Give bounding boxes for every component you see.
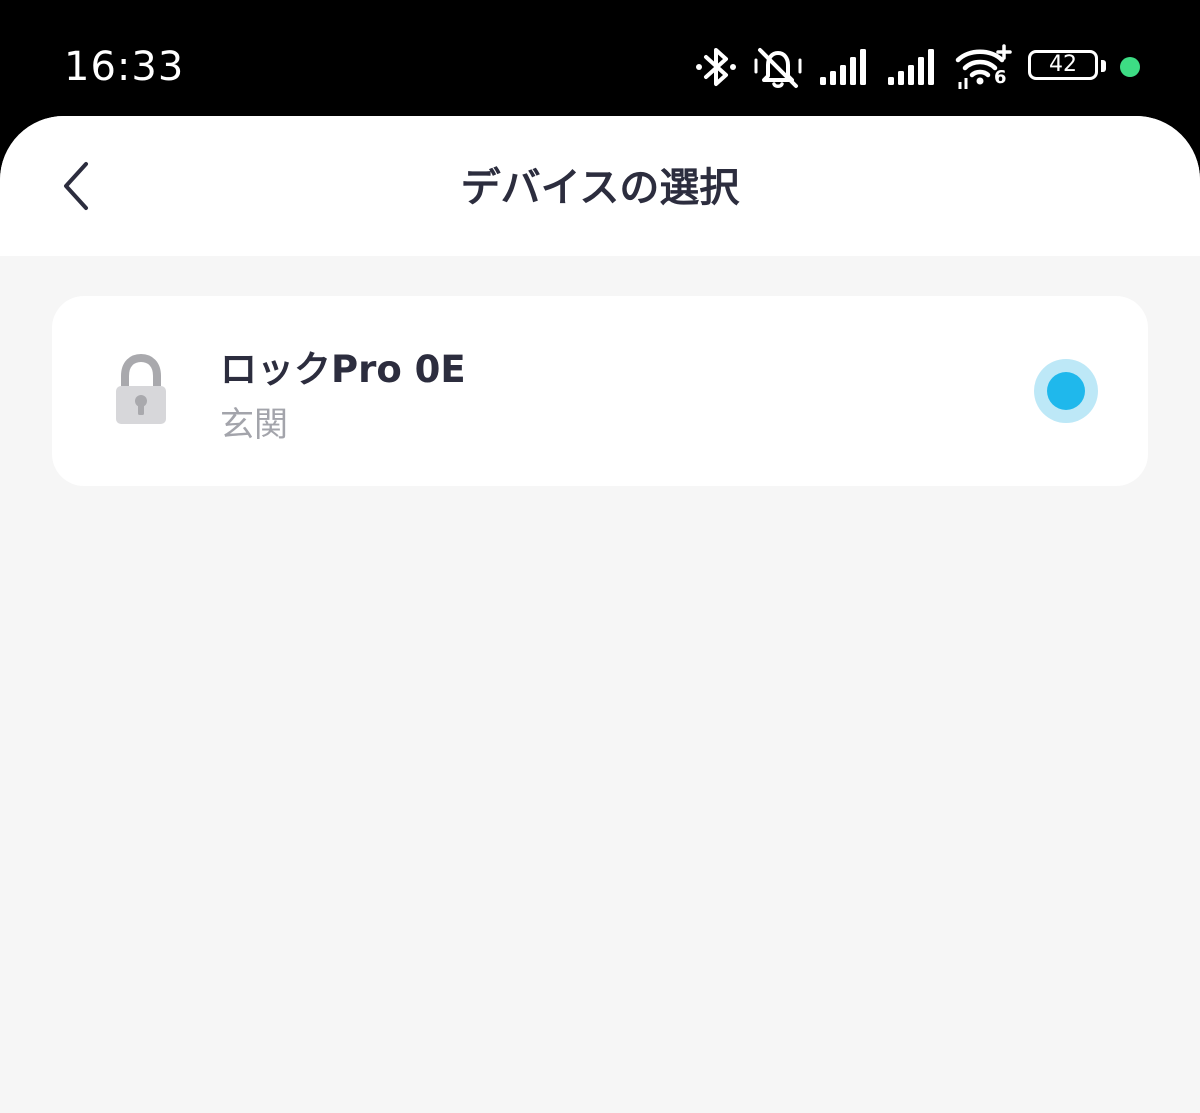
signal-strength-icon bbox=[820, 49, 866, 85]
lock-icon bbox=[116, 354, 166, 424]
status-time: 16:33 bbox=[64, 44, 185, 90]
wifi-6-icon: 6 bbox=[954, 44, 1014, 90]
device-select-radio[interactable] bbox=[1034, 359, 1098, 423]
bluetooth-icon bbox=[696, 48, 736, 86]
battery-icon: 42 bbox=[1028, 50, 1106, 84]
app-sheet: デバイスの選択 ロックPro 0E 玄関 bbox=[0, 116, 1200, 1113]
signal-strength-icon bbox=[888, 49, 934, 85]
device-name: ロックPro 0E bbox=[220, 348, 466, 391]
wifi-generation-label: 6 bbox=[994, 67, 1007, 88]
status-icons: 6 42 bbox=[694, 42, 1140, 92]
nav-header: デバイスの選択 bbox=[0, 116, 1200, 256]
device-location: 玄関 bbox=[220, 405, 288, 445]
page-title: デバイスの選択 bbox=[460, 165, 740, 211]
status-bar: 16:33 6 42 bbox=[0, 0, 1200, 118]
radio-selected-dot bbox=[1047, 372, 1085, 410]
active-indicator-dot bbox=[1120, 57, 1140, 77]
silent-mode-icon bbox=[754, 48, 802, 88]
device-list-item[interactable]: ロックPro 0E 玄関 bbox=[52, 296, 1148, 486]
battery-level: 42 bbox=[1049, 52, 1077, 77]
